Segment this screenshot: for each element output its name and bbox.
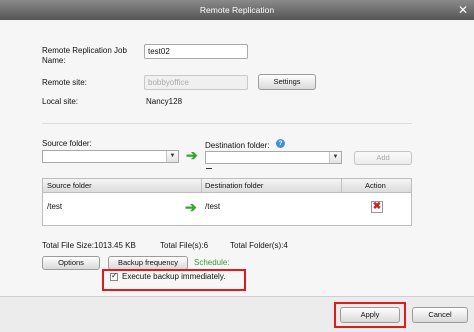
cancel-button[interactable]: Cancel bbox=[412, 307, 468, 323]
window-title: Remote Replication bbox=[199, 5, 275, 15]
folder-path-mark bbox=[206, 168, 212, 169]
delete-icon[interactable]: ✖ bbox=[371, 201, 383, 213]
arrow-right-icon: ➔ bbox=[186, 147, 198, 163]
column-divider bbox=[341, 179, 342, 192]
apply-button[interactable]: Apply bbox=[340, 307, 400, 323]
row-destination: /test bbox=[205, 202, 221, 211]
folder-table: Source folder Destination folder Action … bbox=[42, 178, 412, 226]
local-site-label: Local site: bbox=[42, 97, 79, 106]
chevron-down-icon[interactable]: ▼ bbox=[329, 152, 341, 163]
column-destination: Destination folder bbox=[205, 181, 264, 190]
total-files: Total File(s):6 bbox=[160, 241, 209, 250]
title-bar: Remote Replication bbox=[0, 0, 474, 20]
add-button[interactable]: Add bbox=[354, 151, 412, 165]
job-name-input[interactable]: test02 bbox=[144, 44, 248, 59]
section-divider bbox=[42, 123, 412, 124]
column-action: Action bbox=[365, 181, 386, 190]
checkbox-icon[interactable]: ✓ bbox=[110, 271, 118, 281]
row-source: /test bbox=[47, 202, 63, 211]
destination-folder-label: Destination folder: bbox=[205, 141, 270, 150]
column-source: Source folder bbox=[47, 181, 92, 190]
execute-immediately-label[interactable]: Execute backup immediately. bbox=[122, 272, 225, 281]
remote-site-input: bobbyoffice bbox=[144, 75, 248, 90]
source-folder-label: Source folder: bbox=[42, 139, 92, 148]
table-header: Source folder Destination folder Action bbox=[43, 179, 411, 193]
settings-button[interactable]: Settings bbox=[258, 74, 316, 90]
close-icon[interactable]: ✕ bbox=[456, 3, 470, 17]
schedule-label: Schedule: bbox=[194, 258, 230, 267]
total-file-size: Total File Size:1013.45 KB bbox=[42, 241, 136, 250]
arrow-right-icon: ➔ bbox=[185, 199, 197, 215]
column-divider bbox=[201, 179, 202, 192]
total-folders: Total Folder(s):4 bbox=[230, 241, 288, 250]
chevron-down-icon[interactable]: ▼ bbox=[166, 151, 178, 162]
help-icon[interactable]: ? bbox=[276, 139, 285, 148]
local-site-value: Nancy128 bbox=[146, 97, 183, 106]
destination-folder-select[interactable]: ▼ bbox=[205, 151, 342, 164]
remote-site-label: Remote site: bbox=[42, 78, 87, 87]
table-row[interactable]: /test ➔ /test ✖ bbox=[43, 193, 411, 225]
options-button[interactable]: Options bbox=[42, 256, 100, 270]
check-mark: ✓ bbox=[111, 271, 118, 280]
source-folder-select[interactable]: ▼ bbox=[42, 150, 179, 163]
backup-frequency-button[interactable]: Backup frequency bbox=[108, 256, 188, 270]
job-name-label: Remote Replication Job Name: bbox=[42, 46, 127, 65]
